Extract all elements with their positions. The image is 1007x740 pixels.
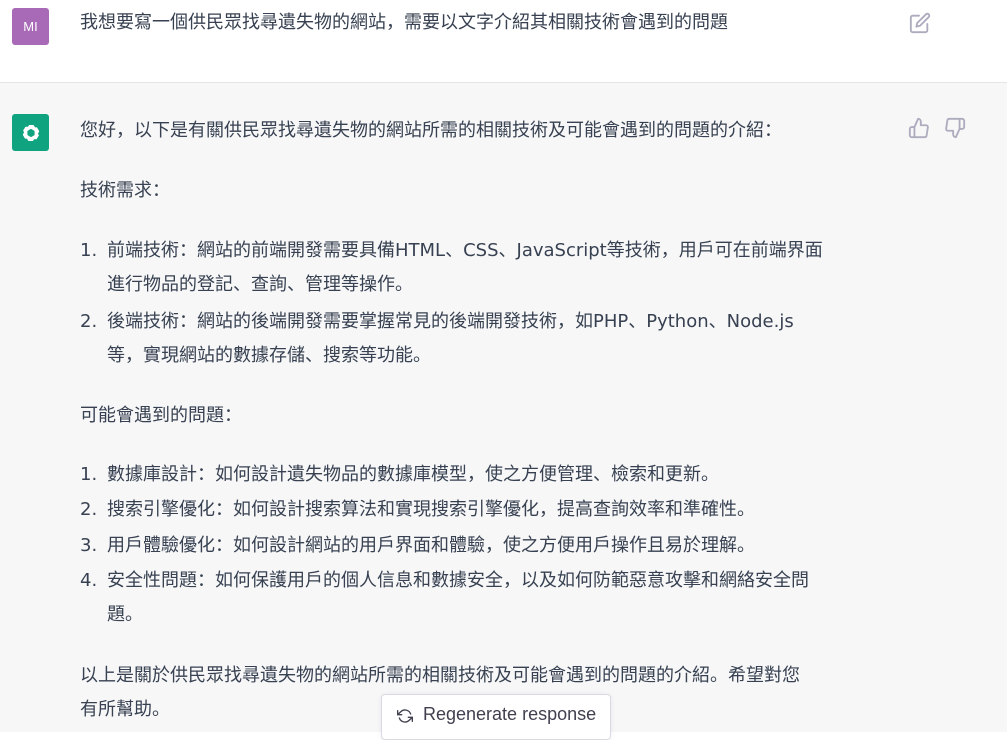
- assistant-avatar: [12, 114, 49, 151]
- intro-paragraph: 您好，以下是有關供民眾找尋遺失物的網站所需的相關技術及可能會遇到的問題的介紹：: [80, 120, 782, 141]
- openai-logo-icon: [22, 124, 39, 141]
- list-item-text: 搜索引擎優化：如何設計搜索算法和實現搜索引擎優化，提高查詢效率和準確性。: [107, 499, 755, 520]
- user-avatar: MI: [12, 8, 49, 45]
- list-item-number: 2.: [80, 499, 98, 520]
- list-item-number: 3.: [80, 535, 98, 556]
- user-message-row: MI 我想要寫一個供民眾找尋遺失物的網站，需要以文字介紹其相關技術會遇到的問題: [0, 0, 1007, 83]
- user-avatar-initials: MI: [23, 19, 38, 34]
- edit-icon[interactable]: [909, 12, 931, 34]
- regenerate-response-button[interactable]: Regenerate response: [381, 694, 611, 740]
- thumbs-down-icon[interactable]: [944, 117, 966, 139]
- list-item-text: 後端技術：網站的後端開發需要掌握常見的後端開發技術，如PHP、Python、No…: [107, 311, 794, 332]
- tech-heading: 技術需求：: [80, 180, 170, 201]
- thumbs-up-icon[interactable]: [908, 117, 930, 139]
- list-item-number: 2.: [80, 311, 98, 332]
- list-item-text: 進行物品的登記、查詢、管理等操作。: [107, 274, 413, 295]
- list-item-text: 用戶體驗優化：如何設計網站的用戶界面和體驗，使之方便用戶操作且易於理解。: [107, 535, 755, 556]
- problems-heading: 可能會遇到的問題：: [80, 405, 242, 426]
- list-item-text: 安全性問題：如何保護用戶的個人信息和數據安全，以及如何防範惡意攻擊和網絡安全問: [107, 570, 809, 591]
- refresh-icon: [397, 709, 413, 723]
- user-message-text: 我想要寫一個供民眾找尋遺失物的網站，需要以文字介紹其相關技術會遇到的問題: [80, 12, 728, 33]
- assistant-message-row: 您好，以下是有關供民眾找尋遺失物的網站所需的相關技術及可能會遇到的問題的介紹： …: [0, 83, 1007, 732]
- list-item-text: 等，實現網站的數據存儲、搜索等功能。: [107, 345, 431, 366]
- list-item-number: 1.: [80, 240, 98, 261]
- closing-paragraph: 以上是關於供民眾找尋遺失物的網站所需的相關技術及可能會遇到的問題的介紹。希望對您: [80, 665, 800, 686]
- list-item-number: 4.: [80, 570, 98, 591]
- list-item-text: 數據庫設計：如何設計遺失物品的數據庫模型，使之方便管理、檢索和更新。: [107, 464, 719, 485]
- list-item-text: 題。: [107, 604, 143, 625]
- list-item-text: 前端技術：網站的前端開發需要具備HTML、CSS、JavaScript等技術，用…: [107, 240, 823, 261]
- list-item-number: 1.: [80, 464, 98, 485]
- regenerate-response-label: Regenerate response: [423, 704, 597, 724]
- closing-paragraph-continuation: 有所幫助。: [80, 699, 170, 720]
